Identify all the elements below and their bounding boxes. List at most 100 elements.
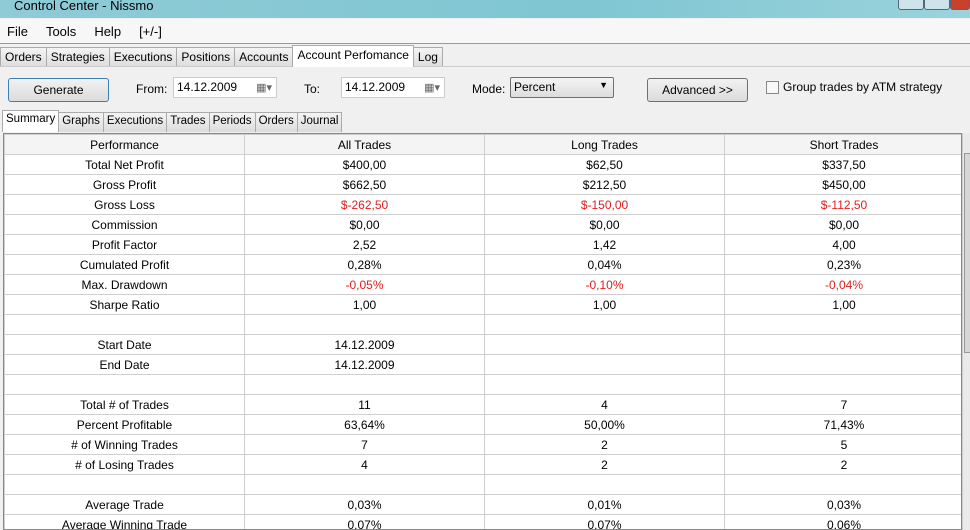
tab-accounts[interactable]: Accounts bbox=[234, 47, 294, 67]
table-row: # of Losing Trades 4 2 2 bbox=[4, 454, 961, 475]
table-row: Percent Profitable 63,64% 50,00% 71,43% bbox=[4, 414, 961, 435]
cell-value: $212,50 bbox=[484, 174, 725, 195]
cell-value: 5 bbox=[724, 434, 961, 455]
row-label: Sharpe Ratio bbox=[4, 294, 245, 315]
from-date-value: 14.12.2009 bbox=[177, 80, 238, 94]
tab-strategies[interactable]: Strategies bbox=[45, 47, 110, 67]
cell-value: $400,00 bbox=[244, 154, 485, 175]
cell-value: -0,05% bbox=[244, 274, 485, 295]
calendar-dropdown-icon[interactable]: ▦▾ bbox=[256, 81, 272, 94]
cell-value: 71,43% bbox=[724, 414, 961, 435]
table-row: Max. Drawdown -0,05% -0,10% -0,04% bbox=[4, 274, 961, 295]
row-label: # of Losing Trades bbox=[4, 454, 245, 475]
cell-value: 1,00 bbox=[484, 294, 725, 315]
table-row: Profit Factor 2,52 1,42 4,00 bbox=[4, 234, 961, 255]
subtab-journal[interactable]: Journal bbox=[296, 112, 343, 132]
subtab-executions[interactable]: Executions bbox=[102, 112, 168, 132]
tab-orders[interactable]: Orders bbox=[0, 47, 47, 67]
close-button[interactable] bbox=[950, 0, 970, 10]
row-label: Total Net Profit bbox=[4, 154, 245, 175]
cell-value bbox=[484, 314, 725, 335]
column-header[interactable]: Short Trades bbox=[724, 134, 961, 155]
mode-select[interactable]: Percent ▼ bbox=[510, 77, 614, 98]
cell-value: $0,00 bbox=[244, 214, 485, 235]
row-label: Percent Profitable bbox=[4, 414, 245, 435]
row-label: Cumulated Profit bbox=[4, 254, 245, 275]
maximize-button[interactable] bbox=[924, 0, 950, 10]
to-label: To: bbox=[304, 82, 321, 96]
subtab-orders[interactable]: Orders bbox=[254, 112, 298, 132]
tab-account-perfomance[interactable]: Account Perfomance bbox=[292, 45, 414, 67]
window-title: Control Center - Nissmo bbox=[14, 0, 154, 13]
table-row: Average Winning Trade 0,07% 0,07% 0,06% bbox=[4, 514, 961, 529]
cell-value: 7 bbox=[724, 394, 961, 415]
main-tabs: Orders Strategies Executions Positions Accou… bbox=[0, 45, 443, 67]
subtab-summary[interactable]: Summary bbox=[2, 110, 60, 132]
cell-value: 4 bbox=[244, 454, 485, 475]
row-label: Commission bbox=[4, 214, 245, 235]
title-bar: Control Center - Nissmo bbox=[0, 0, 970, 18]
subtab-graphs[interactable]: Graphs bbox=[58, 112, 104, 132]
cell-value bbox=[724, 474, 961, 495]
calendar-dropdown-icon[interactable]: ▦▾ bbox=[424, 81, 440, 94]
minimize-button[interactable] bbox=[898, 0, 924, 10]
cell-value: 1,00 bbox=[724, 294, 961, 315]
tab-log[interactable]: Log bbox=[412, 47, 443, 67]
vertical-scrollbar[interactable] bbox=[962, 133, 970, 530]
mode-value: Percent bbox=[514, 80, 556, 94]
advanced-button[interactable]: Advanced >> bbox=[647, 78, 748, 102]
cell-value: 0,07% bbox=[484, 514, 725, 529]
to-date-value: 14.12.2009 bbox=[345, 80, 406, 94]
row-label: Start Date bbox=[4, 334, 245, 355]
generate-button[interactable]: Generate bbox=[8, 78, 109, 102]
cell-value: $-150,00 bbox=[484, 194, 725, 215]
table-row: Average Trade 0,03% 0,01% 0,03% bbox=[4, 494, 961, 515]
cell-value: 14.12.2009 bbox=[244, 354, 485, 375]
column-header[interactable]: Performance bbox=[4, 134, 245, 155]
cell-value: 0,06% bbox=[724, 514, 961, 529]
menu-item-[interactable]: [+/-] bbox=[139, 24, 162, 39]
cell-value: 1,00 bbox=[244, 294, 485, 315]
menu-item-help[interactable]: Help bbox=[94, 24, 121, 39]
from-date-input[interactable]: 14.12.2009 ▦▾ bbox=[173, 77, 277, 98]
row-label: # of Winning Trades bbox=[4, 434, 245, 455]
menu-item-file[interactable]: File bbox=[7, 24, 28, 39]
cell-value bbox=[244, 374, 485, 395]
cell-value: 2 bbox=[724, 454, 961, 475]
table-row bbox=[4, 314, 961, 335]
sub-tabs: Summary Graphs Executions Trades Periods Orde… bbox=[2, 110, 343, 132]
row-label: Total # of Trades bbox=[4, 394, 245, 415]
chevron-down-icon: ▼ bbox=[599, 80, 608, 90]
cell-value: 1,42 bbox=[484, 234, 725, 255]
tab-executions[interactable]: Executions bbox=[108, 47, 178, 67]
cell-value bbox=[244, 474, 485, 495]
row-label: End Date bbox=[4, 354, 245, 375]
column-header[interactable]: Long Trades bbox=[484, 134, 725, 155]
cell-value: $337,50 bbox=[724, 154, 961, 175]
cell-value: 4 bbox=[484, 394, 725, 415]
cell-value: 0,23% bbox=[724, 254, 961, 275]
cell-value: 2,52 bbox=[244, 234, 485, 255]
tab-positions[interactable]: Positions bbox=[176, 47, 236, 67]
scrollbar-thumb[interactable] bbox=[964, 153, 970, 353]
table-row: Start Date 14.12.2009 bbox=[4, 334, 961, 355]
group-trades-checkbox[interactable] bbox=[766, 81, 779, 94]
subtab-periods[interactable]: Periods bbox=[208, 112, 256, 132]
column-header[interactable]: All Trades bbox=[244, 134, 485, 155]
cell-value: 7 bbox=[244, 434, 485, 455]
cell-value bbox=[724, 334, 961, 355]
subtab-trades[interactable]: Trades bbox=[166, 112, 210, 132]
table-row: Commission $0,00 $0,00 $0,00 bbox=[4, 214, 961, 235]
menu-item-tools[interactable]: Tools bbox=[46, 24, 76, 39]
table-row: Gross Profit $662,50 $212,50 $450,00 bbox=[4, 174, 961, 195]
row-label: Gross Profit bbox=[4, 174, 245, 195]
table-row bbox=[4, 374, 961, 395]
table-row: Cumulated Profit 0,28% 0,04% 0,23% bbox=[4, 254, 961, 275]
row-label bbox=[4, 314, 245, 335]
cell-value: $-262,50 bbox=[244, 194, 485, 215]
cell-value: 2 bbox=[484, 434, 725, 455]
row-label: Gross Loss bbox=[4, 194, 245, 215]
to-date-input[interactable]: 14.12.2009 ▦▾ bbox=[341, 77, 445, 98]
row-label: Average Winning Trade bbox=[4, 514, 245, 529]
from-label: From: bbox=[136, 82, 168, 96]
